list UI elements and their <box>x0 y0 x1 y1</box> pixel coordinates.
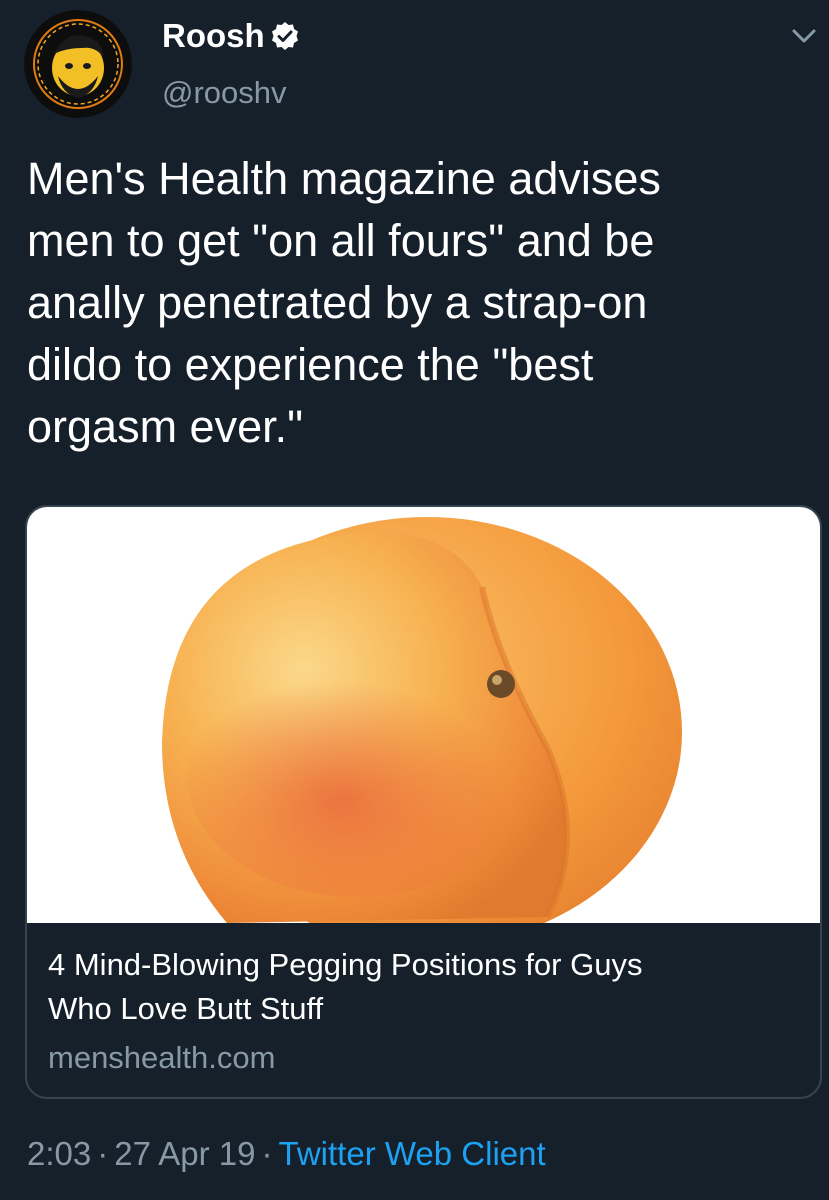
verified-badge-icon <box>272 22 298 50</box>
card-image <box>27 507 820 923</box>
handle[interactable]: @rooshv <box>162 74 287 112</box>
chevron-down-icon[interactable] <box>790 26 818 46</box>
meta-separator: · <box>261 1135 273 1172</box>
link-card[interactable]: 4 Mind-Blowing Pegging Positions for Guy… <box>25 505 822 1099</box>
card-domain: menshealth.com <box>48 1040 276 1075</box>
card-title: 4 Mind-Blowing Pegging Positions for Guy… <box>48 947 643 1026</box>
tweet-time[interactable]: 2:03 <box>27 1135 91 1172</box>
tweet: Roosh @rooshv Men's Health magazine advi… <box>0 0 829 1200</box>
source-client-link[interactable]: Twitter Web Client <box>279 1135 546 1172</box>
tweet-text: Men's Health magazine advises men to get… <box>27 153 661 452</box>
tweet-date[interactable]: 27 Apr 19 <box>114 1135 255 1172</box>
avatar[interactable] <box>24 10 132 118</box>
display-name[interactable]: Roosh <box>162 16 265 56</box>
avatar-image <box>24 10 132 118</box>
meta-separator: · <box>97 1135 109 1172</box>
peach-image <box>162 517 682 923</box>
tweet-meta: 2:03 · 27 Apr 19 · Twitter Web Client <box>27 1132 546 1176</box>
